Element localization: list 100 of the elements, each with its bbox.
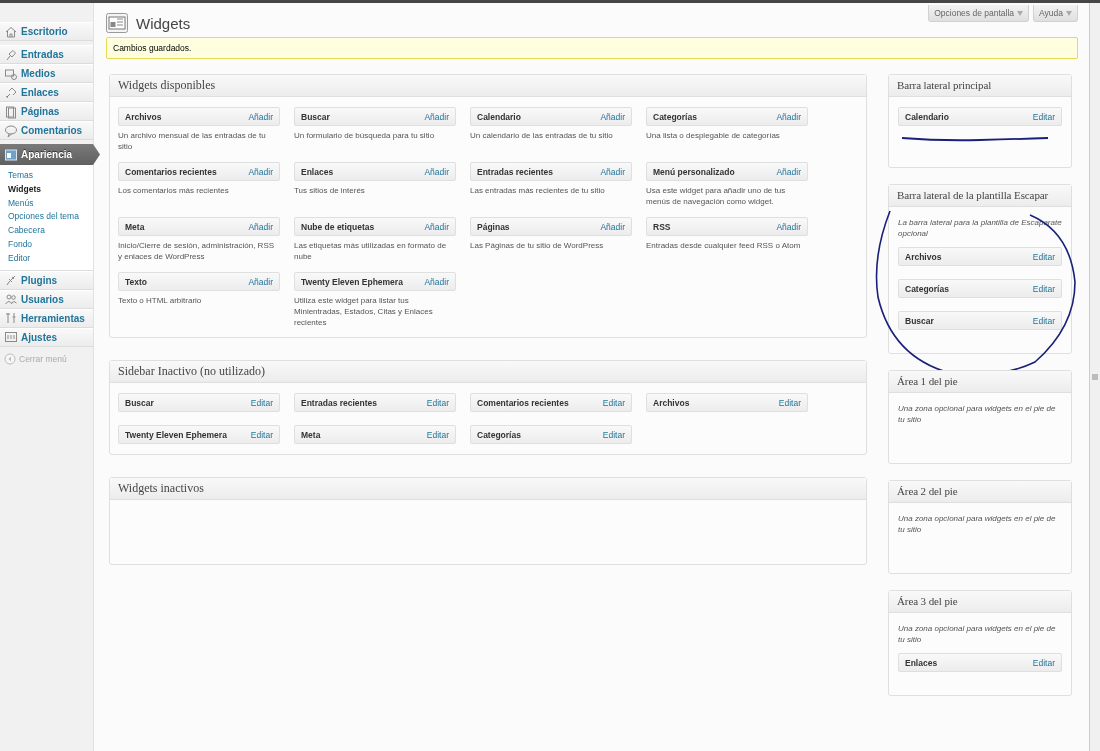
widget-bar[interactable]: Nube de etiquetas Añadir [294, 217, 456, 236]
widget-bar[interactable]: Archivos Editar [646, 393, 808, 412]
widget-bar[interactable]: Archivos Añadir [118, 107, 280, 126]
widget-bar[interactable]: Categorías Editar [470, 425, 632, 444]
panel-title: Área 3 del pie [889, 591, 1071, 613]
widget-name: Buscar [301, 111, 330, 122]
widget-bar[interactable]: RSS Añadir [646, 217, 808, 236]
widget-bar[interactable]: Enlaces Añadir [294, 162, 456, 181]
widget-bar[interactable]: Twenty Eleven Ephemera Editar [118, 425, 280, 444]
widget-description: Un calendario de las entradas de tu sitio [470, 130, 614, 141]
submenu-item[interactable]: Cabecera [8, 224, 93, 238]
panel-title: Área 2 del pie [889, 481, 1071, 503]
submenu-item[interactable]: Opciones del tema [8, 210, 93, 225]
widget-name: Texto [125, 276, 148, 287]
widget-description: Los comentarios más recientes [118, 185, 230, 196]
widget-description: Usa este widget para añadir uno de tus menús de navegación como widget. [646, 185, 787, 207]
submenu-item[interactable]: Menús [8, 196, 93, 211]
widget-bar[interactable]: Buscar Añadir [294, 107, 456, 126]
action-link[interactable]: Editar [1032, 111, 1055, 122]
submenu-item[interactable]: Widgets [8, 182, 93, 197]
widget-bar[interactable]: Entradas recientes Añadir [470, 162, 632, 181]
widget-name: Categorías [905, 283, 949, 294]
caret-icon [1017, 10, 1024, 16]
widget-description: Entradas desde cualquier feed RSS o Atom [646, 240, 802, 251]
action-link[interactable]: Añadir [248, 276, 273, 287]
widget-bar[interactable]: Calendario Añadir [470, 107, 632, 126]
caret-icon [1066, 10, 1072, 16]
action-link[interactable]: Añadir [776, 221, 801, 232]
action-link[interactable]: Añadir [424, 111, 449, 122]
widget-bar[interactable]: Twenty Eleven Ephemera Añadir [294, 272, 456, 291]
widget-bar[interactable]: Meta Añadir [118, 217, 280, 236]
submenu-item[interactable]: Editor [8, 251, 93, 266]
widget-bar[interactable]: Texto Añadir [118, 272, 280, 291]
widget-name: Entradas recientes [477, 166, 554, 177]
action-link[interactable]: Añadir [248, 221, 273, 232]
widget-bar[interactable]: Categorías Editar [898, 279, 1062, 298]
action-link[interactable]: Editar [250, 429, 273, 440]
action-link[interactable]: Añadir [600, 221, 625, 232]
submenu-item[interactable]: Fondo [8, 238, 93, 252]
widget-bar[interactable]: Calendario Editar [898, 107, 1062, 126]
menu-item[interactable]: Escritorio [0, 22, 93, 41]
action-link[interactable]: Añadir [424, 166, 449, 177]
widget-bar[interactable]: Entradas recientes Editar [294, 393, 456, 412]
action-link[interactable]: Editar [602, 397, 625, 408]
action-link[interactable]: Añadir [600, 166, 625, 177]
sidebar-description: Una zona opcional para widgets en el pie de tu sitio [898, 403, 1057, 425]
action-link[interactable]: Editar [1032, 315, 1055, 326]
widget-description: Utiliza este widget para listar tus Minientradas, Estados, Citas y Enlaces recientes [294, 295, 434, 328]
widget-bar[interactable]: Meta Editar [294, 425, 456, 444]
saved-notice: Cambios guardados. [106, 37, 1078, 59]
widget-bar[interactable]: Menú personalizado Añadir [646, 162, 808, 181]
window-icon [4, 147, 18, 162]
panel-title: Barra lateral principal [889, 75, 1071, 97]
scrollbar[interactable] [1089, 3, 1100, 751]
panel-title: Área 1 del pie [889, 371, 1071, 393]
action-link[interactable]: Añadir [776, 111, 801, 122]
action-link[interactable]: Editar [1032, 283, 1055, 294]
menu-item[interactable]: Páginas [0, 102, 93, 121]
widget-name: Buscar [905, 315, 934, 326]
action-link[interactable]: Editar [1032, 657, 1055, 668]
widget-description: Un archivo mensual de las entradas de tu sitio [118, 130, 267, 152]
menu-item[interactable]: Entradas [0, 45, 93, 64]
action-link[interactable]: Editar [602, 429, 625, 440]
action-link[interactable]: Editar [250, 397, 273, 408]
pin-icon [4, 47, 18, 62]
action-link[interactable]: Añadir [424, 221, 449, 232]
widget-bar[interactable]: Páginas Añadir [470, 217, 632, 236]
action-link[interactable]: Editar [426, 397, 449, 408]
menu-item[interactable]: Medios [0, 64, 93, 83]
widget-name: RSS [653, 221, 671, 232]
widget-name: Enlaces [301, 166, 334, 177]
screen-options-button[interactable]: Opciones de pantalla [928, 5, 1030, 22]
menu-item[interactable]: Enlaces [0, 83, 93, 102]
menu-item[interactable]: Apariencia [0, 144, 100, 165]
widget-bar[interactable]: Comentarios recientes Editar [470, 393, 632, 412]
widget-bar[interactable]: Buscar Editar [898, 311, 1062, 330]
action-link[interactable]: Añadir [248, 111, 273, 122]
widget-description: Texto o HTML arbitrario [118, 295, 203, 306]
widget-name: Archivos [653, 397, 690, 408]
widget-bar[interactable]: Archivos Editar [898, 247, 1062, 266]
widget-name: Comentarios recientes [477, 397, 569, 408]
submenu-item[interactable]: Temas [8, 169, 93, 183]
action-link[interactable]: Editar [426, 429, 449, 440]
action-link[interactable]: Añadir [424, 276, 449, 287]
action-link[interactable]: Editar [778, 397, 801, 408]
action-link[interactable]: Editar [1032, 251, 1055, 262]
menu-item[interactable]: Comentarios [0, 121, 93, 140]
action-link[interactable]: Añadir [600, 111, 625, 122]
action-link[interactable]: Añadir [248, 166, 273, 177]
help-button[interactable]: Ayuda [1033, 5, 1078, 22]
widget-name: Twenty Eleven Ephemera [125, 429, 227, 440]
widget-bar[interactable]: Buscar Editar [118, 393, 280, 412]
action-link[interactable]: Añadir [776, 166, 801, 177]
widget-name: Categorías [477, 429, 521, 440]
widget-bar[interactable]: Comentarios recientes Añadir [118, 162, 280, 181]
widget-bar[interactable]: Enlaces Editar [898, 653, 1062, 672]
widget-bar[interactable]: Categorías Añadir [646, 107, 808, 126]
widget-name: Twenty Eleven Ephemera [301, 276, 403, 287]
widget-name: Enlaces [905, 657, 938, 668]
users-icon [4, 292, 18, 307]
